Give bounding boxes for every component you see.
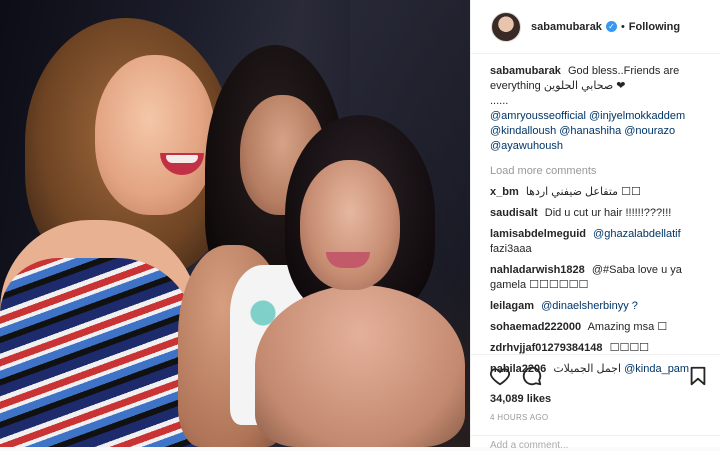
comment-text: ☐☐☐☐ [609,342,650,354]
comment-text: @#Saba love u ya [591,264,682,276]
comment-mention[interactable]: @ghazalabdellatif [593,228,681,240]
avatar[interactable] [491,11,521,42]
bookmark-icon[interactable] [687,365,709,387]
comment-text: fazi3aaa [490,243,532,255]
load-more-comments-link[interactable]: Load more comments [490,164,712,179]
comment-username[interactable]: sohaemad222000 [490,321,581,333]
comments-list: sabamubarak God bless..Friends are every… [490,64,712,377]
caption-line-2: everything صحابي الحلوين ❤ [490,80,626,92]
post-side-panel: sabamubarak ✓ • Following sabamubarak Go… [470,0,720,451]
post-header: sabamubarak ✓ • Following [471,0,720,54]
caption-line-3: ...... [490,95,509,107]
comment-username[interactable]: zdrhvjjaf01279384148 [490,342,603,354]
caption: sabamubarak God bless..Friends are every… [490,64,712,154]
comment-username[interactable]: leilagam [490,300,534,312]
verified-badge-icon: ✓ [605,21,617,32]
comment-mention[interactable]: @dinaelsherbinyy ? [541,300,638,312]
comment-item: sohaemad222000 Amazing msa ☐ [490,320,712,335]
caption-line-1: God bless..Friends are [568,65,680,77]
post-frame: sabamubarak ✓ • Following sabamubarak Go… [0,0,720,451]
header-separator: • [620,20,625,33]
comment-item: x_bm متفاعل ضيفني اردها ☐☐ [490,185,712,200]
caption-mentions-3[interactable]: @ayawuhoush [490,139,712,154]
header-username[interactable]: sabamubarak [531,21,602,33]
following-button[interactable]: Following [629,21,680,33]
comment-text: Amazing msa ☐ [587,321,668,333]
comment-item: lamisabdelmeguid @ghazalabdellatif fazi3… [490,227,712,257]
comment-username[interactable]: lamisabdelmeguid [490,228,586,240]
add-comment-input[interactable]: Add a comment... [471,435,720,451]
heart-icon[interactable] [489,365,511,387]
woman-left-face [95,55,215,215]
comment-icon[interactable] [521,365,543,387]
woman-left-teeth [166,155,198,163]
caption-username[interactable]: sabamubarak [490,65,561,77]
comment-item: saudisalt Did u cut ur hair !!!!!!???!!! [490,206,712,221]
comment-username[interactable]: nahladarwish1828 [490,264,585,276]
caption-mentions-1[interactable]: @amryousseofficial @injyelmokkaddem [490,109,712,124]
comment-username[interactable]: saudisalt [490,207,538,219]
post-timestamp: 4 HOURS AGO [490,413,549,422]
post-photo[interactable] [0,0,470,447]
comment-username[interactable]: x_bm [490,186,519,198]
action-icons [489,365,709,387]
woman-left-striped-dress [0,258,195,447]
caption-mentions-2[interactable]: @kindalloush @hanashiha @nourazo [490,124,712,139]
post-actions: 34,089 likes 4 HOURS AGO Add a comment..… [471,354,720,451]
comment-text: Did u cut ur hair !!!!!!???!!! [544,207,672,219]
comment-item: leilagam @dinaelsherbinyy ? [490,299,712,314]
comment-item: nahladarwish1828 @#Saba love u ya gamela… [490,263,712,293]
woman-right-face [300,160,400,290]
likes-count[interactable]: 34,089 likes [490,393,551,405]
woman-right-arm [255,285,465,447]
comment-text-continued: gamela ☐☐☐☐☐☐ [490,279,589,291]
comment-text: متفاعل ضيفني اردها ☐☐ [525,186,641,198]
